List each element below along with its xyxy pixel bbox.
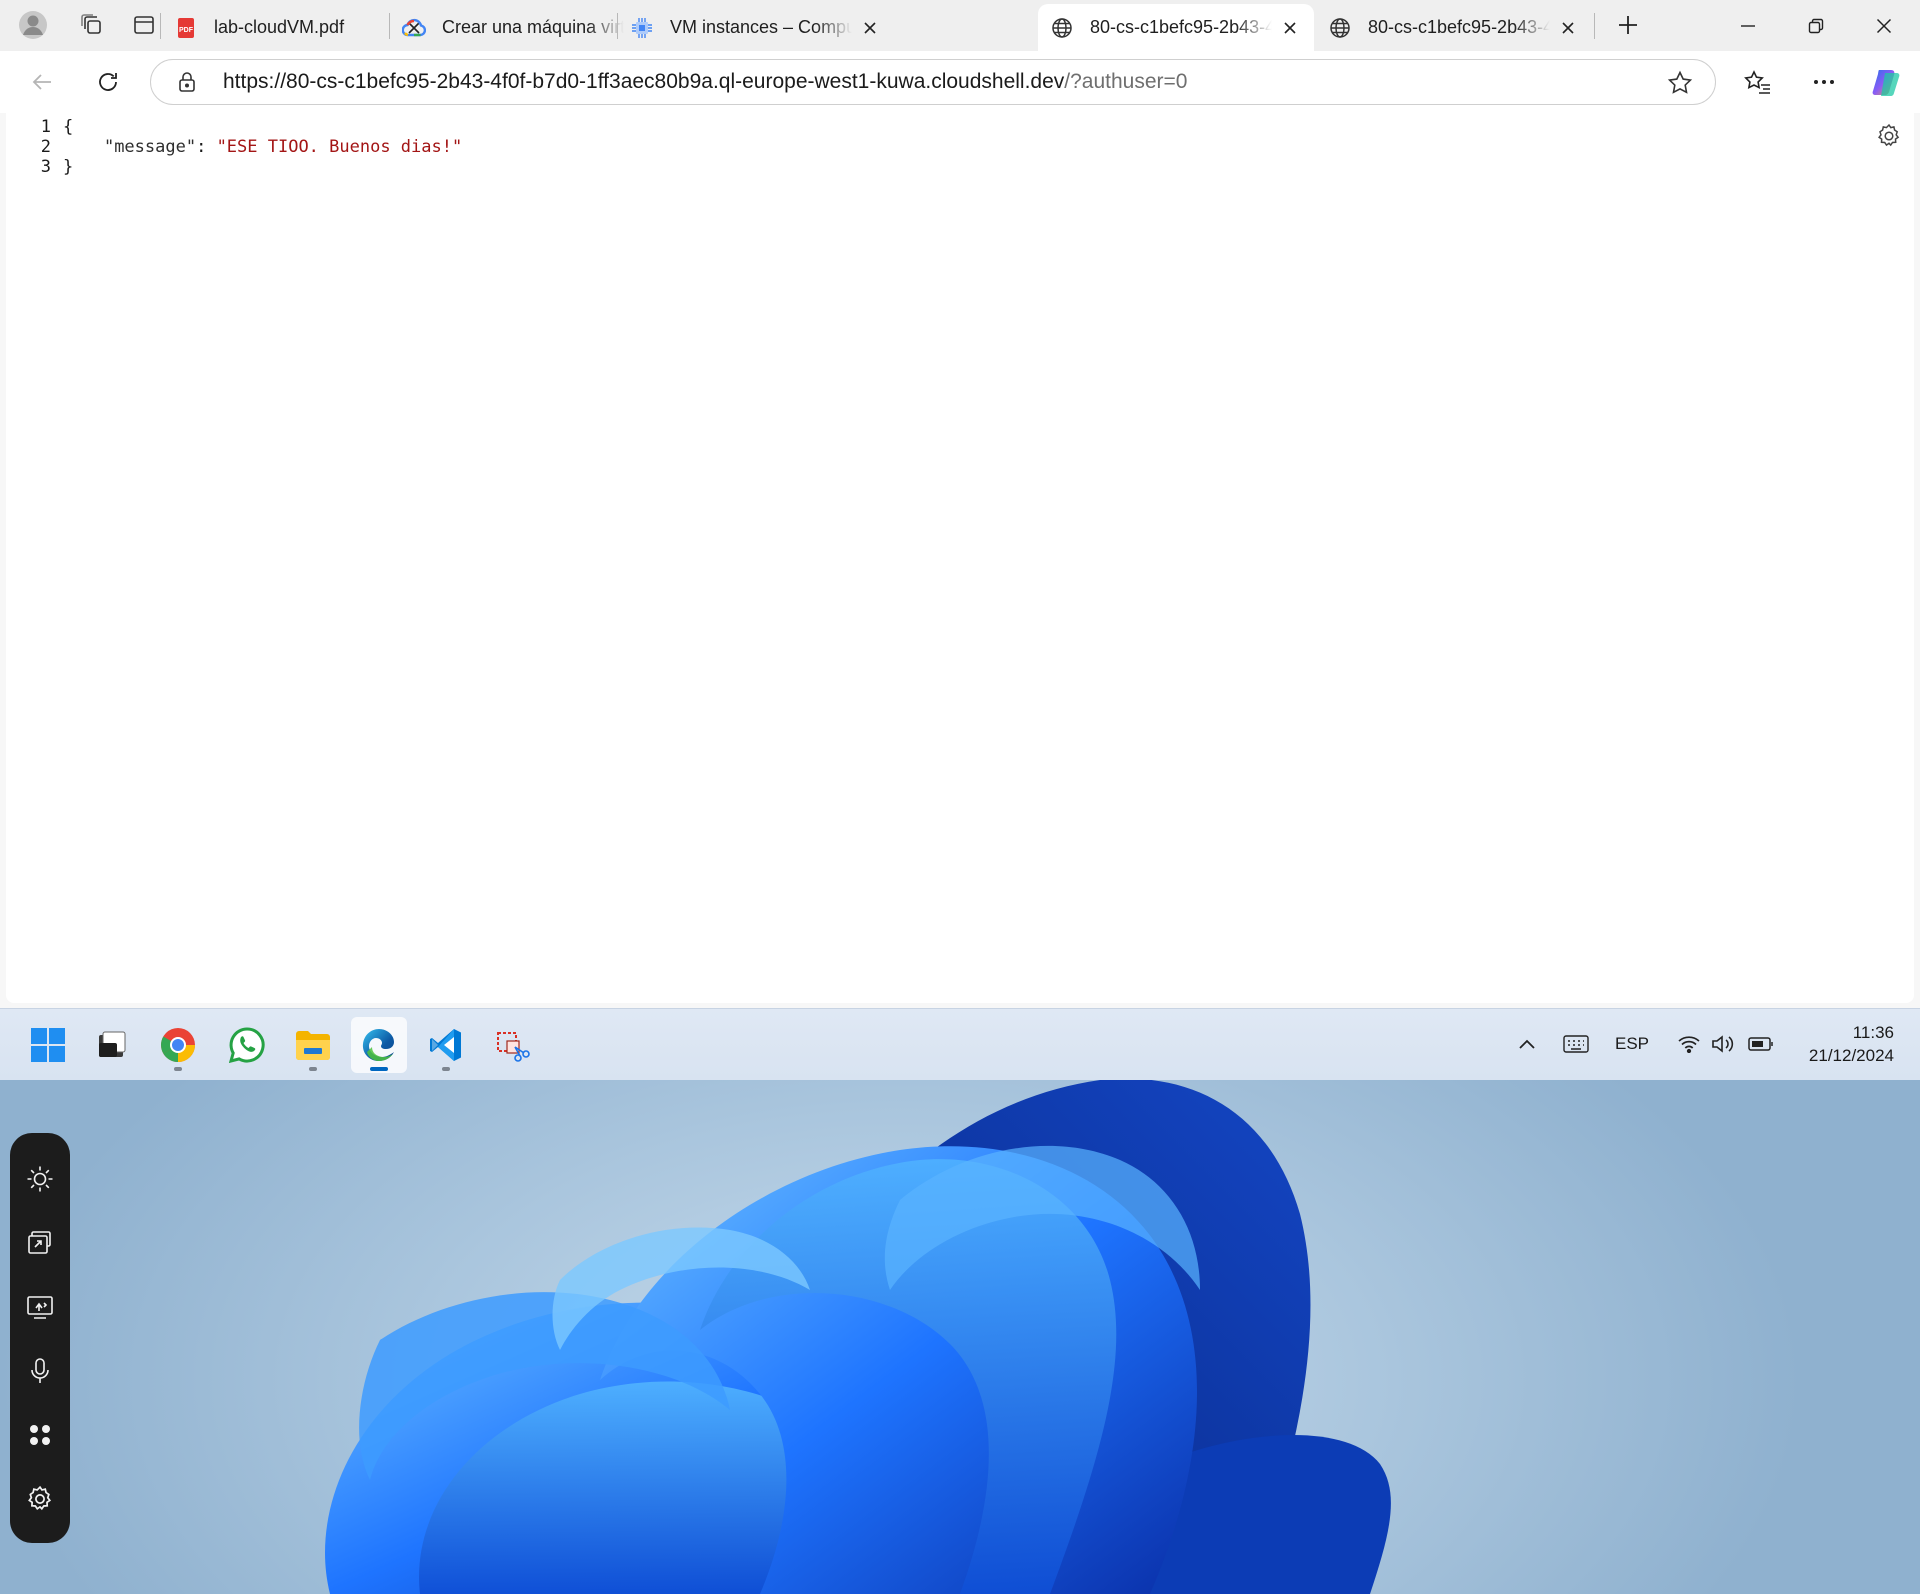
- running-indicator: [442, 1067, 450, 1071]
- tab-title: VM instances – Compute Engine: [670, 17, 852, 37]
- pdf-icon: PDF: [174, 16, 198, 40]
- json-string-value: "ESE TIOO. Buenos dias!": [216, 137, 463, 157]
- tab-separator: [160, 13, 161, 39]
- tab-separator: [1594, 13, 1595, 39]
- apps-icon[interactable]: [10, 1409, 70, 1461]
- code-line-3: 3 }: [6, 157, 462, 177]
- tab-title: Crear una máquina virtual: [442, 17, 624, 37]
- taskbar: ESP 11:36 21/12/2024: [0, 1008, 1920, 1080]
- snipping-tool-app-button[interactable]: [484, 1017, 540, 1073]
- wifi-icon[interactable]: [1674, 1027, 1704, 1061]
- url-query: /?authuser=0: [1064, 70, 1188, 93]
- close-tab-icon[interactable]: [1276, 14, 1304, 42]
- more-options-icon[interactable]: [1802, 61, 1846, 103]
- json-close-brace: }: [63, 157, 74, 177]
- browser-toolbar: https://80-cs-c1befc95-2b43-4f0f-b7d0-1f…: [0, 51, 1920, 113]
- json-open-brace: {: [63, 117, 74, 137]
- google-cloud-icon: [402, 16, 426, 40]
- screen-share-icon[interactable]: [10, 1281, 70, 1333]
- code-line-2: 2 "message": "ESE TIOO. Buenos dias!": [6, 137, 462, 157]
- new-tab-button[interactable]: [1606, 6, 1650, 44]
- running-indicator: [309, 1067, 317, 1071]
- favorites-icon[interactable]: [1736, 61, 1780, 103]
- touch-keyboard-icon[interactable]: [1560, 1027, 1592, 1061]
- active-indicator: [370, 1067, 388, 1071]
- close-window-button[interactable]: [1850, 0, 1918, 51]
- tab-cloudshell-second[interactable]: 80-cs-c1befc95-2b43-4f0f: [1316, 4, 1592, 51]
- back-button[interactable]: [20, 61, 64, 103]
- code-line-1: 1 {: [6, 117, 462, 137]
- favorite-star-icon[interactable]: [1665, 68, 1695, 98]
- globe-icon: [1328, 16, 1352, 40]
- desktop-wallpaper: [0, 1080, 1920, 1594]
- file-explorer-app-button[interactable]: [285, 1017, 341, 1073]
- json-key: "message": [103, 137, 197, 157]
- tab-title: 80-cs-c1befc95-2b43-4f0f: [1090, 17, 1272, 37]
- microphone-icon[interactable]: [10, 1345, 70, 1397]
- line-number: 1: [40, 117, 51, 137]
- copilot-icon[interactable]: [1864, 61, 1908, 103]
- tab-title: lab-cloudVM.pdf: [214, 17, 345, 37]
- edge-app-button[interactable]: [351, 1017, 407, 1073]
- chrome-app-button[interactable]: [150, 1017, 206, 1073]
- page-content: 1 { 2 "message": "ESE TIOO. Buenos dias!…: [6, 113, 1914, 1003]
- compute-engine-icon: [630, 16, 654, 40]
- address-bar[interactable]: https://80-cs-c1befc95-2b43-4f0f-b7d0-1f…: [150, 59, 1716, 105]
- browser-window: PDF lab-cloudVM.pdf Crear una máquina vi…: [0, 0, 1920, 1008]
- terminal-app-button[interactable]: [84, 1017, 140, 1073]
- json-viewer: 1 { 2 "message": "ESE TIOO. Buenos dias!…: [6, 117, 462, 177]
- settings-icon[interactable]: [10, 1473, 70, 1525]
- start-button[interactable]: [20, 1017, 76, 1073]
- viewer-settings-icon[interactable]: [1874, 121, 1904, 151]
- running-indicator: [174, 1067, 182, 1071]
- json-separator: :: [196, 137, 217, 157]
- url-text[interactable]: https://80-cs-c1befc95-2b43-4f0f-b7d0-1f…: [223, 70, 1187, 94]
- input-language-indicator[interactable]: ESP: [1612, 1027, 1652, 1061]
- whatsapp-app-button[interactable]: [219, 1017, 275, 1073]
- clock-time: 11:36: [1852, 1023, 1894, 1042]
- globe-icon: [1050, 16, 1074, 40]
- brightness-icon[interactable]: [10, 1153, 70, 1205]
- lock-icon[interactable]: [173, 68, 201, 96]
- tab-strip: PDF lab-cloudVM.pdf Crear una máquina vi…: [0, 0, 1920, 51]
- close-tab-icon[interactable]: [1554, 14, 1582, 42]
- tab-vm-instances[interactable]: VM instances – Compute Engine: [618, 4, 894, 51]
- show-hidden-icons-button[interactable]: [1514, 1027, 1540, 1061]
- side-control-panel: [10, 1133, 70, 1543]
- clock-date: 21/12/2024: [1808, 1046, 1894, 1065]
- volume-icon[interactable]: [1708, 1027, 1738, 1061]
- line-number: 2: [40, 137, 51, 157]
- workspaces-icon[interactable]: [70, 6, 114, 44]
- close-tab-icon[interactable]: [856, 14, 884, 42]
- line-number: 3: [40, 157, 51, 177]
- vscode-app-button[interactable]: [418, 1017, 474, 1073]
- profile-avatar-icon[interactable]: [11, 6, 55, 44]
- refresh-button[interactable]: [86, 61, 130, 103]
- battery-icon[interactable]: [1746, 1027, 1776, 1061]
- minimize-button[interactable]: [1714, 0, 1782, 51]
- restore-button[interactable]: [1782, 0, 1850, 51]
- cast-icon[interactable]: [10, 1217, 70, 1269]
- url-main: https://80-cs-c1befc95-2b43-4f0f-b7d0-1f…: [223, 70, 1065, 93]
- tab-cloudshell-active[interactable]: 80-cs-c1befc95-2b43-4f0f: [1038, 4, 1314, 51]
- clock[interactable]: 11:36 21/12/2024: [1809, 1021, 1894, 1067]
- windows-bloom-wallpaper: [325, 1080, 1391, 1594]
- svg-text:PDF: PDF: [179, 27, 194, 34]
- tab-title: 80-cs-c1befc95-2b43-4f0f: [1368, 17, 1550, 37]
